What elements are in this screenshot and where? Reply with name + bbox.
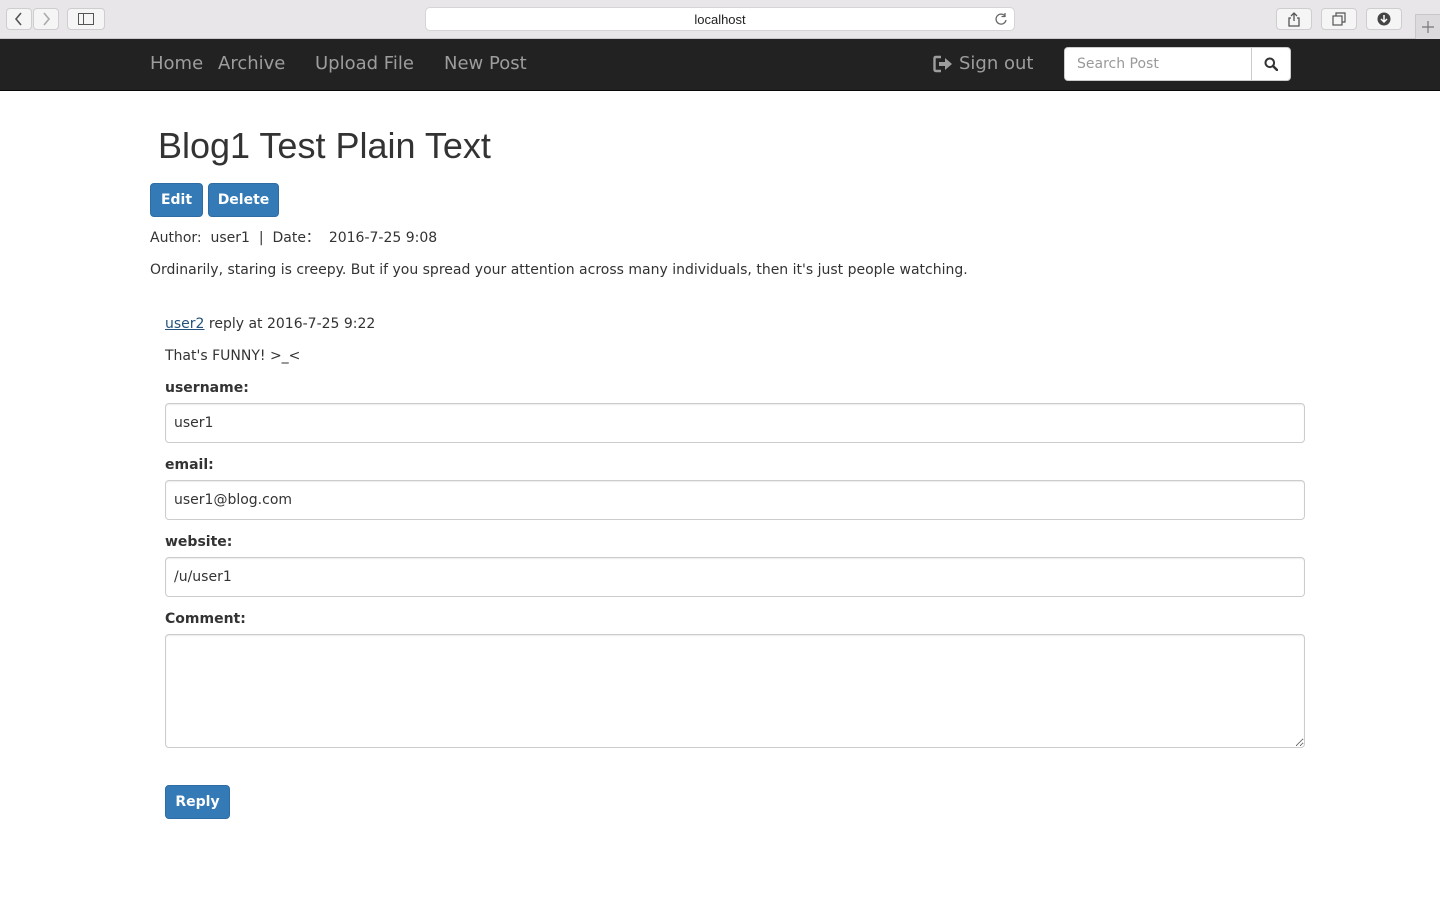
reply-text: That's FUNNY! >_<: [165, 348, 301, 364]
post-body: Ordinarily, staring is creepy. But if yo…: [150, 262, 968, 278]
back-button[interactable]: [6, 8, 32, 30]
username-label: username:: [165, 380, 249, 396]
reply-button[interactable]: Reply: [165, 785, 230, 819]
nav-home-link[interactable]: Home: [150, 53, 203, 75]
nav-new-post-link[interactable]: New Post: [444, 53, 527, 75]
downloads-button[interactable]: [1366, 8, 1402, 30]
share-icon: [1288, 11, 1300, 27]
nav-upload-link[interactable]: Upload File: [315, 53, 414, 75]
nav-archive-link[interactable]: Archive: [218, 53, 285, 75]
website-field[interactable]: [165, 557, 1305, 597]
delete-button[interactable]: Delete: [208, 183, 279, 217]
tabs-icon: [1332, 12, 1346, 26]
download-icon: [1377, 12, 1391, 26]
chevron-right-icon: [43, 12, 51, 26]
post-meta: Author: user1 | Date： 2016-7-25 9:08: [150, 230, 438, 246]
share-button[interactable]: [1276, 8, 1312, 30]
browser-toolbar: localhost: [0, 0, 1440, 39]
plus-icon: [1422, 21, 1434, 33]
edit-button[interactable]: Edit: [150, 183, 203, 217]
comment-label: Comment:: [165, 611, 246, 627]
reply-user-link[interactable]: user2: [165, 316, 204, 332]
post-title: Blog1 Test Plain Text: [158, 125, 491, 166]
search-button[interactable]: [1251, 47, 1291, 81]
comment-textarea[interactable]: [165, 634, 1305, 748]
email-label: email:: [165, 457, 214, 473]
forward-button[interactable]: [33, 8, 59, 30]
reload-icon[interactable]: [994, 12, 1008, 29]
new-tab-button[interactable]: [1415, 14, 1440, 39]
sign-out-link[interactable]: Sign out: [933, 53, 1033, 75]
address-text: localhost: [694, 11, 746, 27]
address-bar[interactable]: localhost: [425, 7, 1015, 31]
sidebar-icon: [78, 13, 94, 25]
sidebar-toggle-button[interactable]: [67, 8, 105, 30]
username-field[interactable]: [165, 403, 1305, 443]
sign-out-icon: [933, 55, 952, 73]
search-form: [1064, 47, 1291, 81]
sign-out-label: Sign out: [959, 53, 1034, 74]
tabs-button[interactable]: [1321, 8, 1357, 30]
search-icon: [1264, 57, 1278, 71]
navbar: Home Archive Upload File New Post Sign o…: [0, 39, 1440, 91]
reply-info: reply at 2016-7-25 9:22: [204, 316, 376, 332]
reply-header: user2 reply at 2016-7-25 9:22: [165, 315, 375, 333]
search-input[interactable]: [1064, 47, 1251, 81]
email-field[interactable]: [165, 480, 1305, 520]
website-label: website:: [165, 534, 233, 550]
chevron-left-icon: [14, 12, 22, 26]
